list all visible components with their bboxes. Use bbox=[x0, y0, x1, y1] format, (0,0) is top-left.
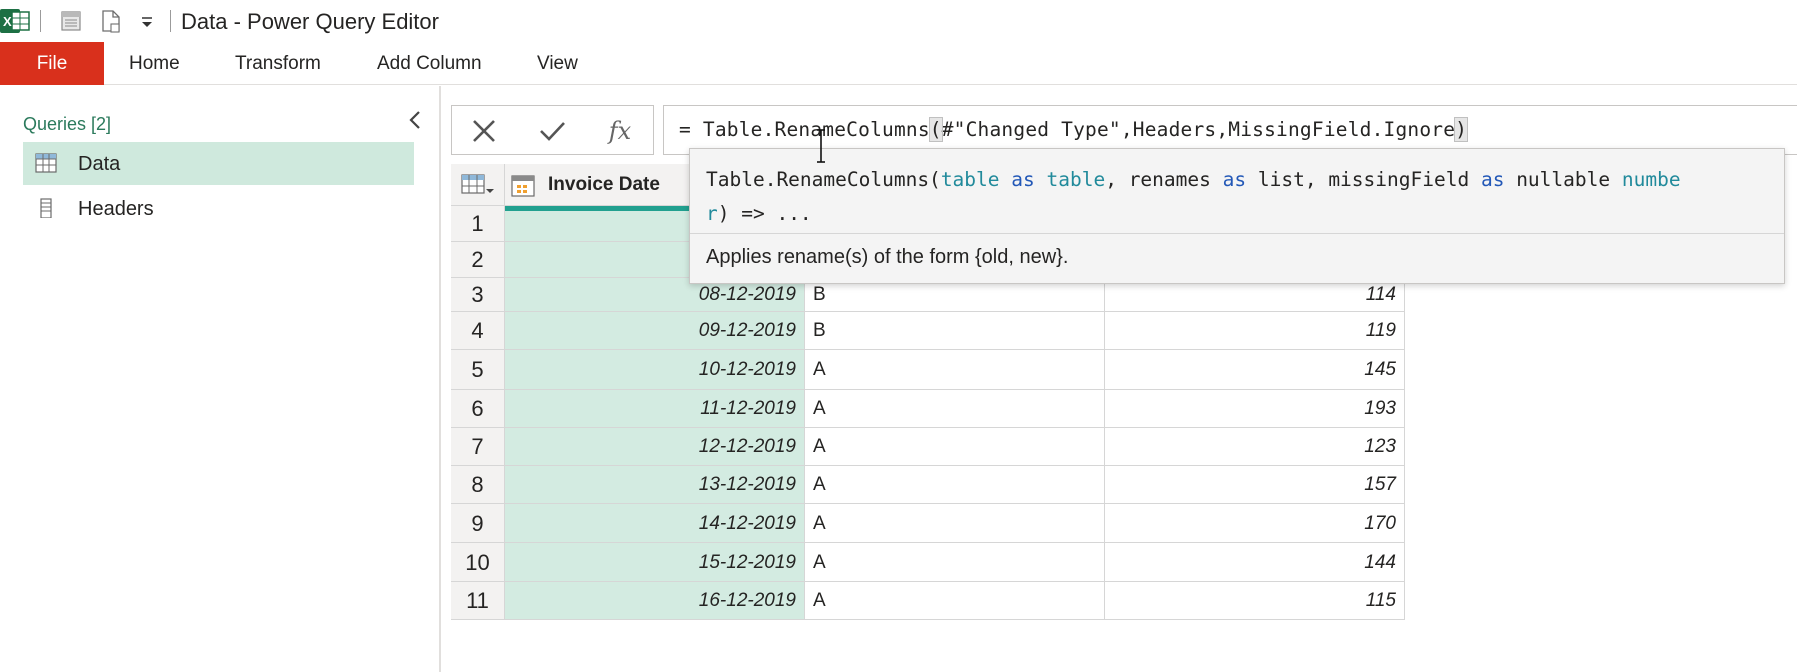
query-item-label: Data bbox=[78, 153, 121, 175]
param-renames-name: renames bbox=[1128, 168, 1211, 191]
row-number[interactable]: 7 bbox=[451, 428, 505, 466]
query-item-headers[interactable]: Headers bbox=[23, 187, 414, 230]
cell-invoice-date[interactable]: 09-12-2019 bbox=[505, 312, 805, 350]
queries-pane: Queries [2] Data Headers bbox=[0, 86, 441, 672]
cell-value[interactable]: 119 bbox=[1105, 312, 1405, 350]
row-number[interactable]: 1 bbox=[451, 206, 505, 242]
cell-value[interactable]: 144 bbox=[1105, 543, 1405, 582]
param-missingfield-type-wrap: r bbox=[706, 202, 718, 225]
row-number[interactable]: 8 bbox=[451, 466, 505, 504]
insert-function-button[interactable]: fx bbox=[602, 114, 638, 148]
row-number[interactable]: 11 bbox=[451, 582, 505, 620]
collapse-pane-icon[interactable] bbox=[404, 108, 428, 132]
cell-invoice-date[interactable]: 11-12-2019 bbox=[505, 390, 805, 428]
cell-value[interactable]: 157 bbox=[1105, 466, 1405, 504]
cell-value[interactable]: 170 bbox=[1105, 504, 1405, 543]
commit-formula-button[interactable] bbox=[534, 114, 570, 148]
param-table-as: as bbox=[1011, 168, 1035, 191]
row-number[interactable]: 10 bbox=[451, 543, 505, 582]
cell-value[interactable]: 145 bbox=[1105, 350, 1405, 390]
row-number[interactable]: 9 bbox=[451, 504, 505, 543]
tab-view[interactable]: View bbox=[537, 42, 578, 85]
param-renames-as: as bbox=[1222, 168, 1247, 191]
properties-icon[interactable] bbox=[58, 8, 84, 34]
cell-category[interactable]: A bbox=[805, 543, 1105, 582]
new-document-icon[interactable] bbox=[98, 8, 124, 34]
row-number[interactable]: 6 bbox=[451, 390, 505, 428]
row-number[interactable]: 4 bbox=[451, 312, 505, 350]
cell-invoice-date[interactable]: 12-12-2019 bbox=[505, 428, 805, 466]
signature-return: ) => ... bbox=[717, 202, 812, 225]
cell-category[interactable]: A bbox=[805, 582, 1105, 620]
function-signature: Table.RenameColumns(table as table, rena… bbox=[706, 163, 1766, 231]
formula-arguments: #"Changed Type",Headers,MissingField.Ign… bbox=[941, 118, 1456, 141]
excel-logo-icon: X bbox=[0, 9, 30, 33]
tab-file[interactable]: File bbox=[0, 42, 104, 85]
date-type-icon[interactable] bbox=[511, 174, 537, 198]
customize-qat-icon[interactable] bbox=[134, 8, 160, 34]
tooltip-divider bbox=[690, 233, 1784, 234]
cell-invoice-date[interactable]: 15-12-2019 bbox=[505, 543, 805, 582]
param-table-type: table bbox=[1046, 168, 1106, 191]
signature-function: Table.RenameColumns( bbox=[706, 168, 941, 191]
query-item-label: Headers bbox=[78, 198, 154, 220]
window-title: Data - Power Query Editor bbox=[181, 9, 439, 34]
cell-value[interactable]: 193 bbox=[1105, 390, 1405, 428]
cell-category[interactable]: A bbox=[805, 428, 1105, 466]
function-signature-tooltip: Table.RenameColumns(table as table, rena… bbox=[689, 148, 1785, 284]
cell-invoice-date[interactable]: 10-12-2019 bbox=[505, 350, 805, 390]
cell-value[interactable]: 115 bbox=[1105, 582, 1405, 620]
function-description: Applies rename(s) of the form {old, new}… bbox=[706, 246, 1069, 268]
ribbon-tabs: File Home Transform Add Column View bbox=[0, 42, 1797, 85]
formula-text[interactable]: = Table.RenameColumns(#"Changed Type",He… bbox=[679, 117, 1469, 142]
cell-category[interactable]: A bbox=[805, 466, 1105, 504]
param-missingfield-name: missingField bbox=[1328, 168, 1470, 191]
param-renames-type: list bbox=[1257, 168, 1305, 191]
cell-category[interactable]: A bbox=[805, 504, 1105, 543]
tab-add-column[interactable]: Add Column bbox=[377, 42, 482, 85]
svg-text:X: X bbox=[3, 14, 12, 29]
close-icon bbox=[473, 120, 495, 142]
list-icon bbox=[40, 198, 52, 218]
cancel-formula-button[interactable] bbox=[466, 114, 502, 148]
column-header-label: Invoice Date bbox=[548, 174, 660, 195]
param-missingfield-nullable: nullable bbox=[1516, 168, 1611, 191]
formula-close-paren: ) bbox=[1454, 117, 1469, 142]
query-item-data[interactable]: Data bbox=[23, 142, 414, 185]
table-menu-button[interactable] bbox=[451, 164, 505, 206]
cell-invoice-date[interactable]: 14-12-2019 bbox=[505, 504, 805, 543]
cell-category[interactable]: B bbox=[805, 312, 1105, 350]
queries-pane-title: Queries [2] bbox=[23, 114, 112, 134]
signature-comma: , bbox=[1304, 168, 1329, 191]
table-menu-icon bbox=[461, 174, 494, 194]
param-missingfield-type: numbe bbox=[1621, 168, 1681, 191]
param-missingfield-as: as bbox=[1480, 168, 1505, 191]
formula-equals: = bbox=[679, 118, 691, 141]
text-cursor-icon bbox=[817, 129, 825, 163]
cell-invoice-date[interactable]: 16-12-2019 bbox=[505, 582, 805, 620]
cell-invoice-date[interactable]: 13-12-2019 bbox=[505, 466, 805, 504]
row-number[interactable]: 5 bbox=[451, 350, 505, 390]
tab-transform[interactable]: Transform bbox=[235, 42, 321, 85]
formula-bar-buttons: fx bbox=[451, 105, 654, 155]
check-icon bbox=[540, 122, 565, 141]
row-number[interactable]: 2 bbox=[451, 242, 505, 278]
row-number[interactable]: 3 bbox=[451, 278, 505, 312]
tab-home[interactable]: Home bbox=[129, 42, 180, 85]
table-icon bbox=[35, 153, 57, 173]
cell-value[interactable]: 123 bbox=[1105, 428, 1405, 466]
title-bar: X Data - Power Query Editor bbox=[0, 0, 1797, 42]
cell-category[interactable]: A bbox=[805, 350, 1105, 390]
cell-category[interactable]: A bbox=[805, 390, 1105, 428]
param-table-name: table bbox=[940, 168, 1000, 191]
title-separator bbox=[170, 10, 171, 32]
formula-open-paren: ( bbox=[928, 117, 943, 142]
signature-comma: , bbox=[1105, 168, 1129, 191]
qat-separator bbox=[40, 10, 41, 32]
